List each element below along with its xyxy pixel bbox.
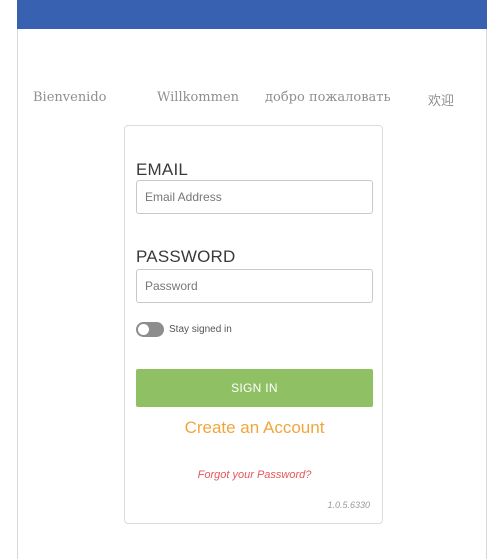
forgot-password-link[interactable]: Forgot your Password? <box>125 469 384 481</box>
welcome-german: Willkommen <box>157 90 240 105</box>
welcome-chinese: 欢迎 <box>428 94 455 109</box>
welcome-russian: добро пожаловать <box>265 90 391 105</box>
stay-signed-in-row: Stay signed in <box>136 321 232 337</box>
email-label: EMAIL <box>136 160 189 179</box>
password-input[interactable] <box>136 269 373 303</box>
password-label: PASSWORD <box>136 247 236 266</box>
email-input[interactable] <box>136 180 373 214</box>
welcome-messages: Bienvenido Willkommen добро пожаловать 欢… <box>17 90 487 110</box>
welcome-spanish: Bienvenido <box>33 90 107 105</box>
toggle-knob <box>138 323 149 335</box>
create-account-link[interactable]: Create an Account <box>125 418 384 438</box>
stay-signed-in-label: Stay signed in <box>169 323 232 335</box>
login-card: EMAIL PASSWORD Stay signed in SIGN IN Cr… <box>124 125 383 524</box>
version-label: 1.0.5.6330 <box>327 500 370 510</box>
sign-in-button[interactable]: SIGN IN <box>136 369 373 407</box>
header-bar <box>17 0 487 29</box>
toggle-switch-icon[interactable] <box>136 321 164 337</box>
